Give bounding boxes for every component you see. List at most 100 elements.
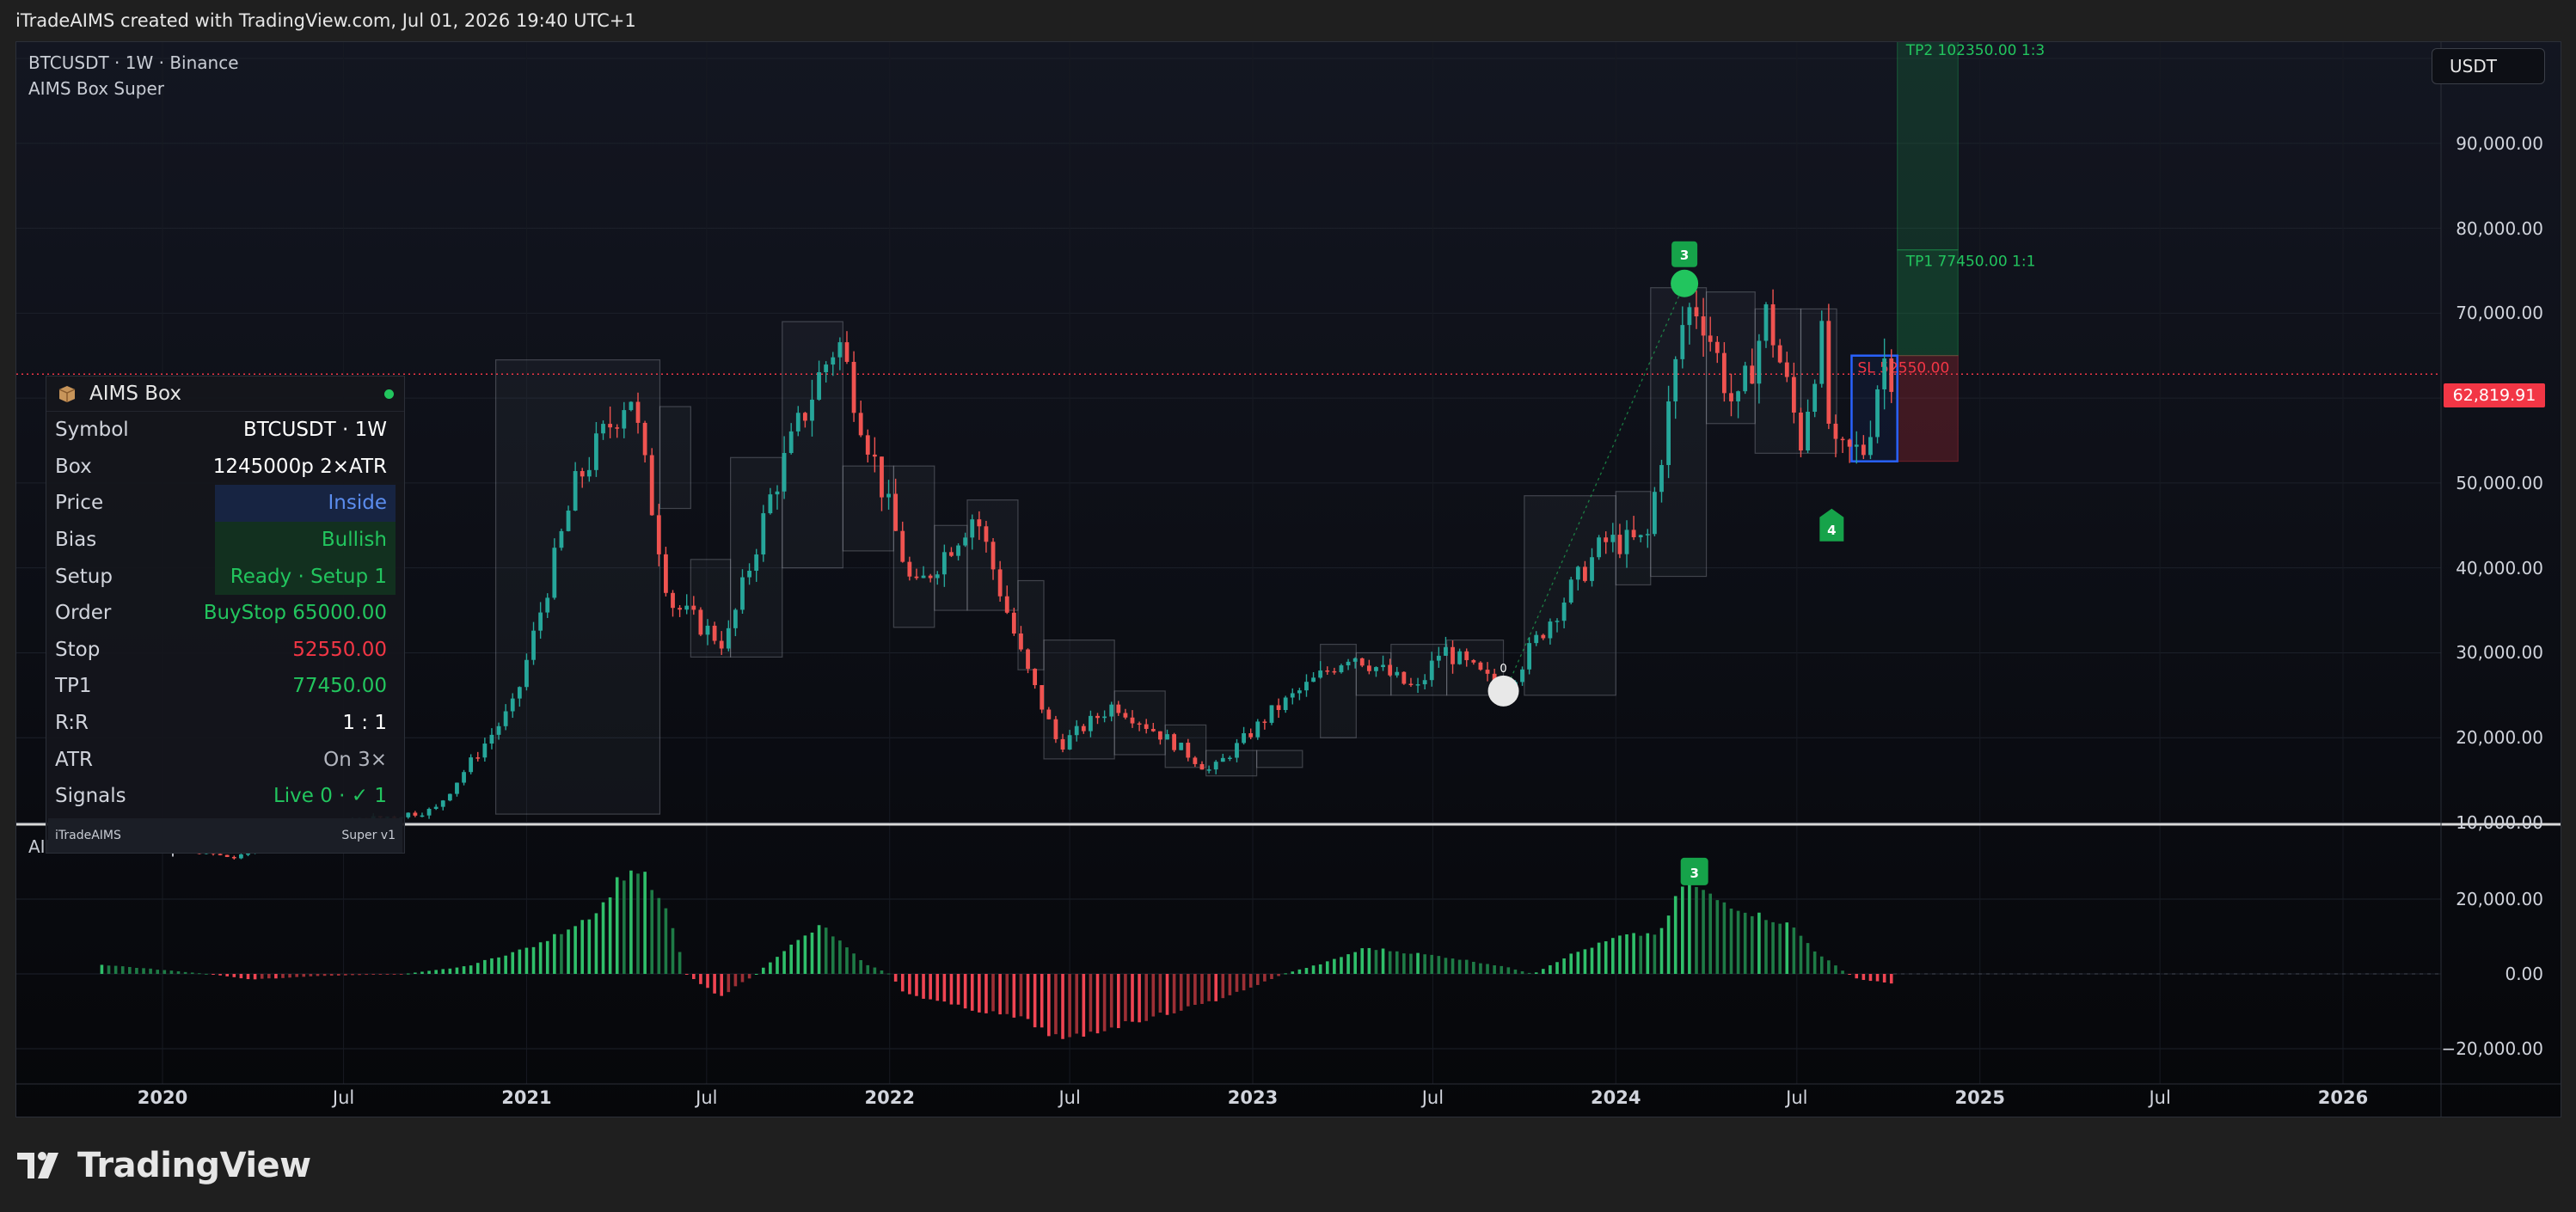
osc-bar bbox=[720, 974, 723, 996]
osc-bar bbox=[1165, 974, 1169, 1015]
candle-body bbox=[1624, 529, 1629, 554]
candle-body bbox=[1541, 634, 1546, 639]
osc-bar bbox=[1200, 974, 1204, 1004]
osc-bar bbox=[1722, 902, 1727, 974]
panel-title: AIMS Box bbox=[89, 383, 182, 405]
candle-body bbox=[817, 372, 821, 400]
osc-bar bbox=[900, 974, 905, 992]
osc-bar bbox=[1340, 957, 1343, 974]
osc-bar bbox=[288, 974, 291, 978]
osc-bar bbox=[1576, 952, 1580, 974]
candle-body bbox=[1150, 728, 1156, 731]
candle-body bbox=[705, 625, 710, 635]
osc-bar bbox=[198, 973, 201, 975]
osc-bar bbox=[365, 974, 368, 976]
osc-bar bbox=[1646, 933, 1650, 974]
candle-body bbox=[1575, 566, 1580, 580]
osc-bar bbox=[205, 973, 208, 975]
candle-body bbox=[1721, 352, 1727, 394]
candle-body bbox=[1436, 655, 1441, 661]
osc-bar bbox=[163, 970, 167, 974]
osc-bar bbox=[120, 966, 125, 974]
tradingview-footer[interactable]: TradingView bbox=[17, 1146, 311, 1185]
candle-body bbox=[1004, 596, 1009, 613]
candle-body bbox=[1074, 725, 1079, 736]
candle-body bbox=[1318, 670, 1323, 678]
candle-body bbox=[907, 561, 912, 577]
osc-bar bbox=[156, 970, 160, 974]
tp1-label: TP1 77450.00 1:1 bbox=[1905, 254, 2036, 271]
osc-bar bbox=[1158, 974, 1162, 1013]
candle-body bbox=[1388, 664, 1393, 676]
osc-bar bbox=[322, 974, 327, 976]
indicator-label-top[interactable]: AIMS Box Super bbox=[28, 78, 164, 99]
osc-bar bbox=[1416, 952, 1420, 974]
osc-bar bbox=[414, 972, 417, 974]
consolidation-box bbox=[892, 465, 935, 628]
osc-bar bbox=[963, 974, 967, 1009]
osc-bar bbox=[650, 890, 654, 974]
osc-bar bbox=[880, 970, 884, 974]
osc-bar bbox=[1819, 956, 1824, 974]
osc-bar bbox=[803, 935, 807, 974]
osc-bar bbox=[358, 974, 361, 976]
consolidation-box bbox=[842, 465, 894, 552]
candle-body bbox=[768, 494, 773, 514]
osc-bar bbox=[1799, 935, 1803, 974]
time-axis-label: 2023 bbox=[1227, 1087, 1279, 1108]
osc-bar bbox=[1472, 961, 1475, 974]
candle-body bbox=[733, 609, 738, 628]
candle-body bbox=[1374, 667, 1378, 671]
osc-bar bbox=[761, 967, 765, 974]
candle-body bbox=[1555, 621, 1560, 622]
osc-bar bbox=[1861, 974, 1866, 981]
candle-body bbox=[935, 574, 940, 578]
osc-bar bbox=[1221, 974, 1225, 999]
osc-bar bbox=[1040, 974, 1044, 1028]
chart-frame[interactable]: TP2 102350.00 1:3 TP1 77450.00 1:1 SL 5255… bbox=[15, 41, 2561, 1117]
osc-bar bbox=[671, 927, 675, 974]
osc-bar bbox=[371, 974, 376, 975]
osc-bar bbox=[1625, 934, 1628, 974]
candle-body bbox=[629, 401, 634, 411]
candle-body bbox=[1583, 566, 1587, 581]
osc-bar bbox=[1409, 953, 1413, 974]
osc-bar bbox=[553, 933, 556, 974]
consolidation-box bbox=[1650, 287, 1708, 578]
candle-body bbox=[726, 627, 731, 649]
candle-body bbox=[517, 687, 522, 699]
osc-bar bbox=[1715, 900, 1720, 974]
panel-brand: iTradeAIMS bbox=[55, 828, 121, 842]
candle-body bbox=[831, 357, 836, 365]
panel-row-key: TP1 bbox=[55, 675, 92, 698]
candle-body bbox=[608, 424, 613, 428]
candle-body bbox=[941, 552, 947, 575]
candle-body bbox=[238, 854, 243, 859]
osc-bar bbox=[810, 932, 814, 974]
osc-bar bbox=[727, 974, 731, 993]
candle-body bbox=[1597, 537, 1602, 558]
time-axis-label: 2026 bbox=[2317, 1087, 2369, 1108]
osc-bar bbox=[615, 877, 619, 974]
osc-bar bbox=[246, 974, 250, 980]
candle-body bbox=[949, 552, 954, 556]
time-axis-label: Jul bbox=[332, 1087, 355, 1108]
osc-bar bbox=[970, 974, 974, 1011]
panel-row-key: Bias bbox=[55, 529, 97, 552]
osc-bar bbox=[427, 970, 431, 974]
osc-bar bbox=[483, 959, 487, 974]
symbol-label[interactable]: BTCUSDT · 1W · Binance bbox=[28, 52, 239, 73]
osc-bar bbox=[281, 974, 285, 978]
currency-selector[interactable]: USDT bbox=[2432, 48, 2545, 84]
osc-bar bbox=[1778, 923, 1782, 974]
candle-body bbox=[1631, 529, 1636, 538]
osc-bar bbox=[1673, 896, 1677, 974]
osc-bar bbox=[782, 951, 786, 974]
panel-row-value: BuyStop 65000.00 bbox=[203, 602, 387, 625]
panel-row-key: R:R bbox=[55, 712, 89, 735]
osc-bar bbox=[385, 974, 389, 975]
candle-body bbox=[1401, 671, 1407, 684]
time-axis-label: Jul bbox=[2149, 1087, 2171, 1108]
candle-body bbox=[1332, 670, 1337, 673]
osc-bar bbox=[769, 962, 772, 974]
